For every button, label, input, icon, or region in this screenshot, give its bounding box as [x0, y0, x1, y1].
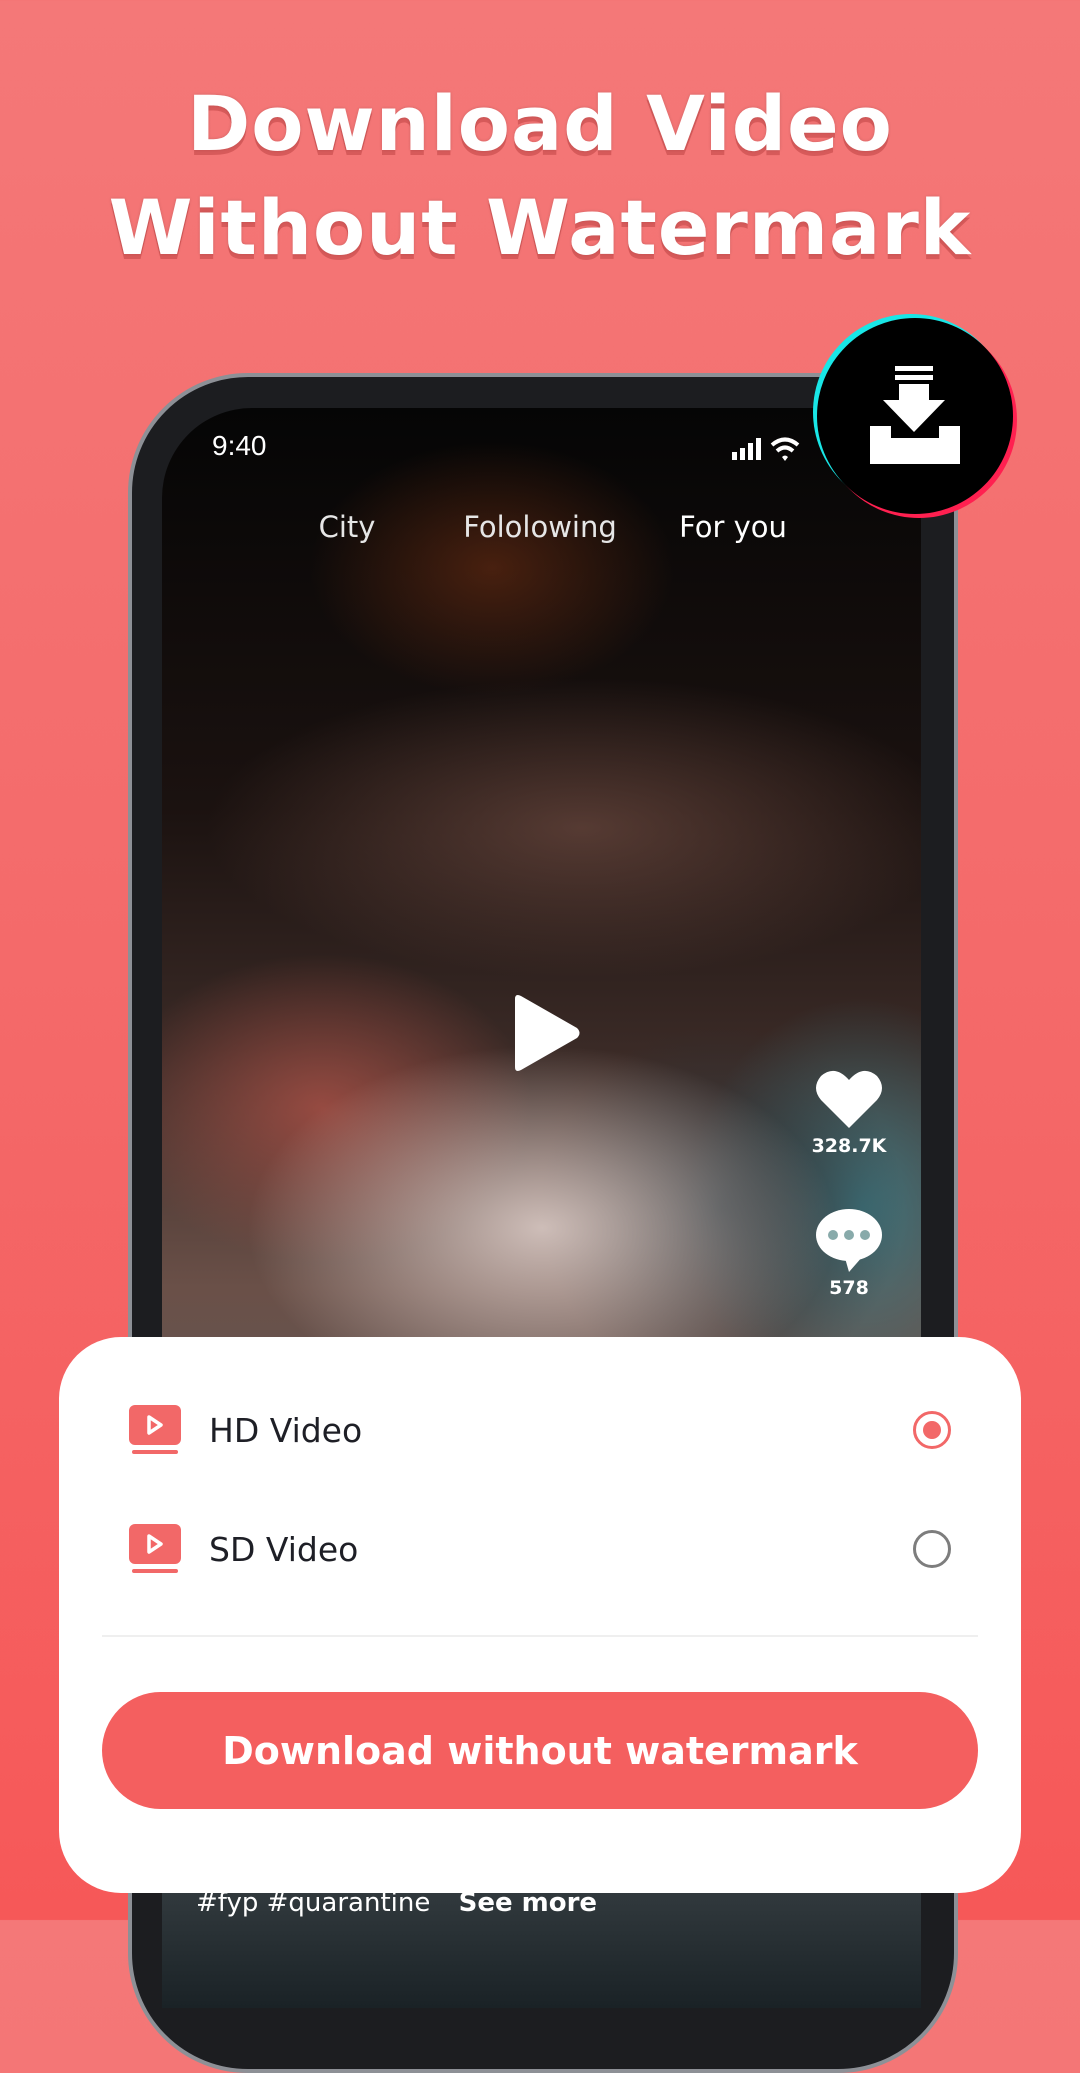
- divider: [102, 1635, 978, 1637]
- comment-icon: [816, 1209, 882, 1272]
- tab-city[interactable]: City: [319, 510, 376, 544]
- play-icon[interactable]: [507, 993, 582, 1077]
- download-tray-icon: [870, 366, 960, 464]
- radio-selected[interactable]: [913, 1411, 951, 1449]
- download-badge[interactable]: [817, 318, 1013, 514]
- video-play-icon: [129, 1405, 181, 1454]
- headline: Download Video Without Watermark: [0, 72, 1080, 280]
- heart-icon: [816, 1070, 882, 1128]
- like-button[interactable]: 328.7K: [789, 1068, 909, 1157]
- tab-following[interactable]: Fololowing: [463, 510, 617, 544]
- comment-button[interactable]: 578: [789, 1208, 909, 1299]
- comment-count: 578: [829, 1277, 869, 1299]
- option-sd-video[interactable]: SD Video: [129, 1519, 951, 1579]
- option-label: SD Video: [209, 1529, 359, 1569]
- like-count: 328.7K: [811, 1135, 887, 1157]
- headline-line-1: Download Video: [187, 79, 893, 168]
- signal-wifi-icon: [732, 436, 812, 466]
- download-without-watermark-button[interactable]: Download without watermark: [102, 1692, 978, 1809]
- tab-for-you[interactable]: For you: [679, 510, 787, 544]
- radio-unselected[interactable]: [913, 1530, 951, 1568]
- status-time: 9:40: [212, 430, 267, 461]
- video-play-icon: [129, 1524, 181, 1573]
- headline-line-2: Without Watermark: [108, 183, 972, 272]
- download-options-sheet: HD Video SD Video Download without water…: [59, 1337, 1021, 1893]
- option-hd-video[interactable]: HD Video: [129, 1400, 951, 1460]
- option-label: HD Video: [209, 1410, 363, 1450]
